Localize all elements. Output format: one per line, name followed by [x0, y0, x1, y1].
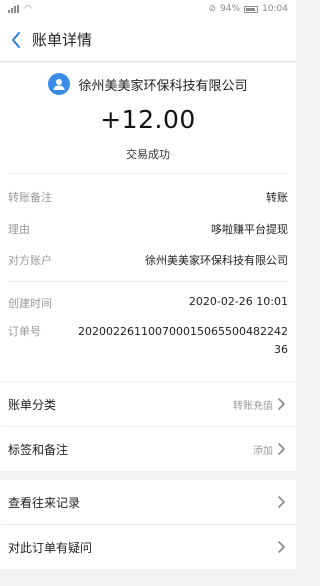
- detail-label: 对方账户: [8, 254, 52, 267]
- chevron-left-icon: [12, 31, 20, 48]
- menu-label: 查看往来记录: [8, 495, 81, 510]
- chevron-right-icon: [278, 398, 285, 410]
- merchant-header: 徐州美美家环保科技有限公司: [0, 73, 296, 95]
- menu-hint: 转账充值: [233, 400, 273, 412]
- wifi-icon: ◠: [24, 4, 32, 14]
- detail-row-counterparty: 对方账户 徐州美美家环保科技有限公司: [8, 252, 288, 268]
- bill-detail-card: 徐州美美家环保科技有限公司 +12.00 交易成功 转账备注 转账 理由 哆啦赚…: [0, 63, 296, 381]
- detail-row-order-number: 订单号 20200226110070001506550048224236: [8, 323, 288, 359]
- transaction-amount: +12.00: [100, 105, 196, 134]
- divider: [8, 173, 288, 174]
- detail-value: 2020-02-26 10:01: [188, 295, 288, 308]
- menu-right: [277, 495, 286, 509]
- menu-label: 账单分类: [8, 397, 57, 412]
- bill-category-item[interactable]: 账单分类 转账充值: [0, 382, 296, 426]
- mute-icon: ⊘: [208, 4, 217, 14]
- detail-label: 转账备注: [8, 191, 52, 204]
- detail-row-reason: 理由 哆啦赚平台提现: [8, 221, 288, 237]
- battery-icon: [244, 5, 259, 13]
- status-right: ⊘ 94% 10:04: [209, 4, 289, 14]
- status-bar: ◠ ⊘ 94% 10:04: [0, 0, 296, 18]
- view-history-item[interactable]: 查看往来记录: [0, 480, 296, 524]
- menu-right: 转账充值: [233, 397, 286, 412]
- signal-icon: [8, 5, 20, 13]
- clock: 10:04: [262, 4, 288, 14]
- person-icon: [48, 73, 71, 95]
- page-title: 账单详情: [32, 31, 93, 49]
- merchant-name: 徐州美美家环保科技有限公司: [78, 78, 248, 94]
- status-left: ◠: [8, 4, 32, 14]
- divider: [8, 281, 288, 282]
- detail-value: 转账: [266, 191, 288, 204]
- detail-row-created-time: 创建时间 2020-02-26 10:01: [8, 295, 288, 311]
- transaction-status: 交易成功: [126, 148, 170, 161]
- order-question-item[interactable]: 对此订单有疑问: [0, 525, 296, 569]
- detail-label: 订单号: [8, 325, 41, 338]
- detail-value: 哆啦赚平台提现: [211, 223, 288, 236]
- chevron-right-icon: [278, 541, 285, 553]
- tags-and-notes-item[interactable]: 标签和备注 添加: [0, 427, 296, 471]
- menu-hint: 添加: [253, 445, 273, 457]
- detail-row-remark: 转账备注 转账: [8, 189, 288, 205]
- order-number: 20200226110070001506550048224236: [78, 325, 288, 356]
- menu-right: [277, 540, 286, 554]
- chevron-right-icon: [278, 496, 285, 508]
- detail-label: 创建时间: [8, 297, 52, 310]
- back-button[interactable]: [0, 18, 32, 62]
- battery-percent: 94%: [220, 4, 241, 14]
- menu-label: 标签和备注: [8, 442, 69, 457]
- nav-bar: 账单详情: [0, 18, 296, 62]
- menu-label: 对此订单有疑问: [8, 540, 93, 555]
- detail-label: 理由: [8, 223, 30, 236]
- detail-value: 徐州美美家环保科技有限公司: [145, 254, 288, 267]
- menu-right: 添加: [253, 442, 286, 457]
- chevron-right-icon: [278, 443, 285, 455]
